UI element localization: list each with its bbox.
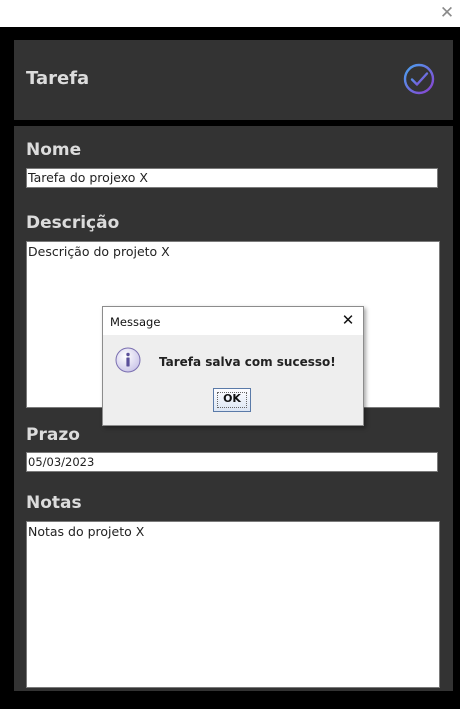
dialog-titlebar: Message ✕: [103, 307, 363, 335]
description-label: Descrição: [26, 213, 120, 233]
close-icon[interactable]: ✕: [437, 3, 457, 23]
message-dialog: Message ✕ Tarefa salva com sucesso! OK: [102, 306, 364, 426]
notes-field[interactable]: Notas do projeto X: [26, 521, 440, 688]
check-circle-icon[interactable]: [402, 62, 436, 96]
info-icon: [115, 347, 141, 373]
window-titlebar: ✕: [0, 0, 463, 27]
deadline-field[interactable]: 05/03/2023: [26, 452, 438, 472]
page-title: Tarefa: [26, 68, 90, 89]
dialog-message: Tarefa salva com sucesso!: [159, 355, 336, 369]
focus-ring: [217, 392, 247, 408]
deadline-label: Prazo: [26, 425, 80, 445]
name-field[interactable]: Tarefa do projexo X: [26, 168, 438, 188]
name-label: Nome: [26, 140, 82, 160]
notes-label: Notas: [26, 493, 82, 513]
ok-button[interactable]: OK: [213, 388, 251, 412]
dialog-title: Message: [110, 315, 161, 329]
header-panel: Tarefa: [14, 40, 453, 120]
dialog-close-icon[interactable]: ✕: [339, 311, 357, 329]
